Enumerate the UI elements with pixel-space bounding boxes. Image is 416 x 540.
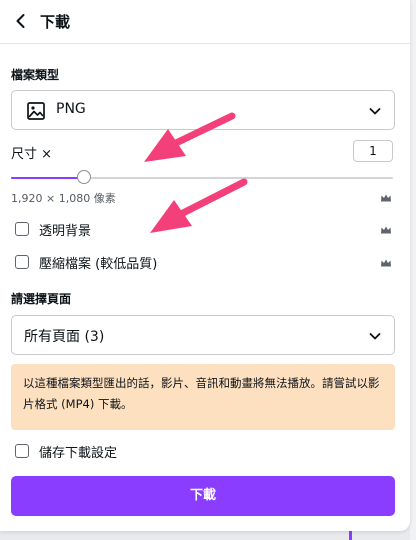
download-button[interactable]: 下載 — [11, 476, 395, 516]
pages-label: 請選擇頁面 — [11, 292, 72, 306]
chevron-down-icon — [369, 333, 381, 340]
crown-icon — [381, 194, 391, 202]
background-canvas-strip — [410, 0, 416, 540]
compress-label: 壓縮檔案 (較低品質) — [39, 257, 158, 272]
crown-icon — [381, 226, 391, 234]
transparent-bg-checkbox[interactable] — [15, 222, 29, 236]
size-slider-fill — [11, 177, 84, 179]
page-title: 下載 — [40, 13, 71, 31]
pages-select[interactable]: 所有頁面 (3) — [11, 315, 395, 355]
pages-value: 所有頁面 (3) — [24, 329, 105, 345]
size-label: 尺寸 × — [11, 147, 53, 162]
chevron-down-icon — [369, 108, 381, 115]
file-type-value: PNG — [56, 101, 86, 117]
export-notice: 以這種檔案類型匯出的話，影片、音訊和動畫將無法播放。請嘗試以影片格式 (MP4)… — [11, 364, 395, 430]
size-slider-thumb[interactable] — [76, 170, 91, 184]
file-type-select[interactable]: PNG — [11, 90, 395, 130]
transparent-bg-label: 透明背景 — [39, 224, 92, 239]
chevron-left-icon[interactable] — [12, 12, 30, 30]
canvas-selection-marker — [349, 531, 352, 540]
panel-header: 下載 — [0, 0, 410, 44]
image-icon — [27, 102, 45, 120]
download-panel: 下載 檔案類型 PNG 尺寸 × 1 1,920 × 1,080 像素 透明背景… — [0, 0, 410, 531]
size-slider-track[interactable] — [11, 177, 393, 179]
save-settings-checkbox[interactable] — [15, 444, 29, 458]
dimensions-text: 1,920 × 1,080 像素 — [11, 192, 116, 205]
size-multiplier-input[interactable]: 1 — [353, 140, 393, 162]
file-type-label: 檔案類型 — [11, 68, 60, 82]
crown-icon — [381, 259, 391, 267]
save-settings-label: 儲存下載設定 — [39, 446, 118, 461]
compress-checkbox[interactable] — [15, 255, 29, 269]
